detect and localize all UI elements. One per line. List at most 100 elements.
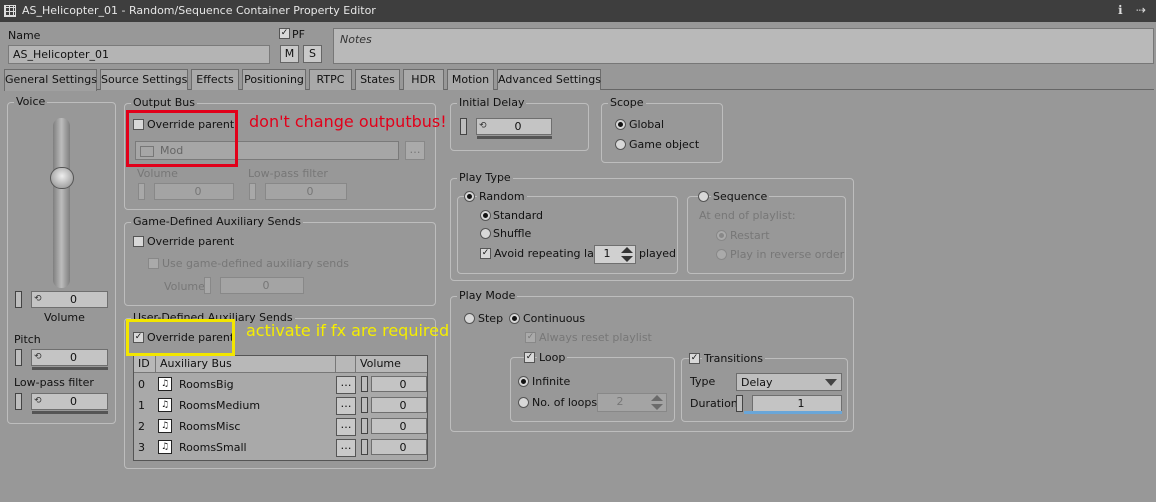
row-volume-slider-icon [361, 418, 368, 434]
avoid-repeating-label: Avoid repeating last [494, 247, 604, 260]
continuous-radio[interactable] [509, 313, 520, 324]
step-radio[interactable] [464, 313, 475, 324]
step-label: Step [478, 312, 504, 325]
infinite-label: Infinite [532, 375, 571, 388]
aux-bus-icon: ♫ [158, 419, 172, 433]
notes-field[interactable]: Notes [333, 28, 1154, 64]
row-volume-input[interactable]: 0 [371, 397, 427, 413]
shuffle-label: Shuffle [493, 227, 532, 240]
tab-effects[interactable]: Effects [191, 69, 239, 90]
col-browse-header [336, 356, 356, 373]
lpf-slider-icon [15, 393, 22, 410]
row-browse-button[interactable]: … [336, 376, 356, 394]
tab-positioning[interactable]: Positioning [242, 69, 306, 90]
row-volume-input[interactable]: 0 [371, 418, 427, 434]
restart-label: Restart [730, 229, 770, 242]
always-reset-label: Always reset playlist [539, 331, 652, 344]
row-volume-input[interactable]: 0 [371, 439, 427, 455]
table-row[interactable]: 1 ♫ RoomsMedium … 0 [134, 396, 427, 417]
avoid-repeating-spinner[interactable] [620, 246, 634, 264]
use-game-aux-label: Use game-defined auxiliary sends [162, 257, 349, 270]
tab-rtpc[interactable]: RTPC [309, 69, 352, 90]
no-of-loops-radio[interactable] [518, 397, 529, 408]
aux-bus-icon: ♫ [158, 398, 172, 412]
no-of-loops-label: No. of loops [532, 396, 598, 409]
restart-radio[interactable] [716, 230, 727, 241]
output-volume-label: Volume [137, 167, 178, 180]
scope-global-label: Global [629, 118, 665, 131]
output-bus-title: Output Bus [131, 96, 197, 109]
table-row[interactable]: 2 ♫ RoomsMisc … 0 [134, 417, 427, 438]
shuffle-radio[interactable] [480, 228, 491, 239]
game-aux-volume-input[interactable]: 0 [220, 277, 304, 294]
reverse-label: Play in reverse order [730, 248, 845, 261]
table-row[interactable]: 3 ♫ RoomsSmall … 0 [134, 438, 427, 459]
tab-general-settings[interactable]: General Settings [4, 69, 97, 91]
always-reset-checkbox[interactable]: ✓ [525, 332, 536, 343]
avoid-repeating-checkbox[interactable]: ✓ [480, 248, 491, 259]
row-volume-slider-icon [361, 397, 368, 413]
game-aux-override-checkbox[interactable] [133, 236, 144, 247]
help-icon[interactable]: ℹ [1118, 3, 1123, 17]
pitch-slider-icon [15, 349, 22, 366]
voice-volume-input[interactable]: ⟲ 0 [31, 291, 108, 308]
duration-label: Duration [690, 397, 738, 410]
solo-button[interactable]: S [303, 45, 322, 63]
loops-count-spinner[interactable] [650, 394, 664, 412]
standard-radio[interactable] [480, 210, 491, 221]
initial-delay-input[interactable]: ⟲ 0 [476, 118, 552, 135]
pf-checkbox[interactable]: ✓ [279, 28, 290, 39]
tab-advanced-settings[interactable]: Advanced Settings [497, 69, 601, 90]
red-annotation-box [126, 110, 238, 167]
loop-group [510, 357, 675, 422]
pitch-input[interactable]: ⟲ 0 [31, 349, 108, 366]
output-lpf-label: Low-pass filter [248, 167, 328, 180]
table-row[interactable]: 0 ♫ RoomsBig … 0 [134, 375, 427, 396]
row-volume-input[interactable]: 0 [371, 376, 427, 392]
transition-type-select[interactable]: Delay [736, 373, 842, 391]
pin-icon[interactable]: ⇢ [1136, 3, 1146, 17]
delay-bar [477, 136, 552, 139]
tab-source-settings[interactable]: Source Settings [100, 69, 188, 90]
row-bus-name: RoomsSmall [179, 441, 247, 454]
infinite-radio[interactable] [518, 376, 529, 387]
reverse-radio[interactable] [716, 249, 727, 260]
scope-game-object-radio[interactable] [615, 139, 626, 150]
tab-bar: General Settings Source Settings Effects… [4, 69, 1154, 91]
scope-global-radio[interactable] [615, 119, 626, 130]
yellow-annotation-box [126, 319, 235, 356]
duration-input[interactable]: 1 [752, 395, 842, 412]
sequence-radio[interactable] [698, 191, 709, 202]
volume-slider-thumb[interactable] [50, 167, 74, 189]
sequence-label: Sequence [711, 190, 770, 203]
random-label: Random [477, 190, 527, 203]
mute-button[interactable]: M [280, 45, 299, 63]
row-browse-button[interactable]: … [336, 397, 356, 415]
output-bus-browse-button[interactable]: … [405, 141, 425, 160]
standard-label: Standard [493, 209, 544, 222]
reset-icon: ⟲ [34, 294, 42, 304]
random-radio[interactable] [464, 191, 475, 202]
name-label: Name [8, 29, 41, 42]
col-volume-header: Volume [356, 356, 427, 373]
voice-lpf-input[interactable]: ⟲ 0 [31, 393, 108, 410]
pf-label: PF [292, 28, 305, 41]
window-title: AS_Helicopter_01 - Random/Sequence Conta… [22, 4, 376, 17]
output-volume-slider-icon [138, 183, 145, 200]
output-volume-input[interactable]: 0 [154, 183, 234, 200]
tab-motion[interactable]: Motion [447, 69, 494, 90]
tab-states[interactable]: States [355, 69, 400, 90]
name-field[interactable]: AS_Helicopter_01 [8, 45, 270, 64]
row-browse-button[interactable]: … [336, 418, 356, 436]
loop-checkbox[interactable]: ✓ [524, 352, 535, 363]
volume-slider-track[interactable] [53, 118, 70, 288]
use-game-aux-checkbox[interactable] [148, 258, 159, 269]
row-volume-slider-icon [361, 439, 368, 455]
game-aux-volume-slider-icon [204, 277, 211, 294]
title-bar: AS_Helicopter_01 - Random/Sequence Conta… [0, 0, 1156, 22]
row-browse-button[interactable]: … [336, 439, 356, 457]
output-lpf-input[interactable]: 0 [265, 183, 347, 200]
volume-slider-icon [15, 291, 22, 308]
transitions-checkbox[interactable]: ✓ [689, 353, 700, 364]
tab-hdr[interactable]: HDR [403, 69, 444, 90]
